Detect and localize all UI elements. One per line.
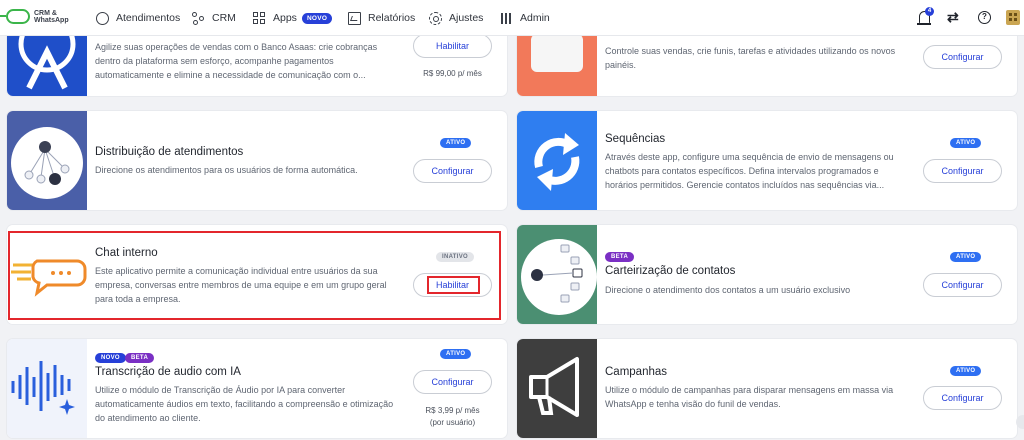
transcricao-title: Transcrição de audio com IA (95, 366, 241, 378)
asaas-logo-icon (18, 30, 76, 90)
logo-chat-icon (0, 9, 30, 24)
app-card-campanhas: Campanhas Utilize o módulo de campanhas … (517, 339, 1017, 438)
carteirizacao-description: Direcione o atendimento dos contatos a u… (605, 285, 851, 295)
campanhas-description: Utilize o módulo de campanhas para dispa… (605, 385, 894, 409)
sliders-icon (500, 12, 513, 25)
company-avatar[interactable] (1006, 10, 1020, 25)
grid-icon (253, 11, 266, 25)
app-card-carteirizacao: BETA Carteirização de contatos Direcione… (517, 225, 1017, 324)
asaas-enable-button[interactable]: Habilitar (413, 34, 492, 58)
nav-ajustes-label: Ajustes (449, 12, 484, 24)
sequencias-status-badge: ATIVO (950, 138, 982, 148)
contact-wallet-icon (521, 239, 597, 315)
transcricao-description: Utilize o módulo de Transcrição de Áudio… (95, 385, 394, 423)
app-card-asaas: Agilize suas operações de vendas com o B… (7, 30, 507, 96)
campanhas-configure-button[interactable]: Configurar (923, 386, 1002, 410)
transcricao-new-badge: NOVO (95, 353, 126, 363)
distribuicao-title: Distribuição de atendimentos (95, 146, 244, 158)
campanhas-title: Campanhas (605, 366, 668, 378)
nav-apps[interactable]: Apps NOVO (253, 0, 333, 36)
asaas-description: Agilize suas operações de vendas com o B… (95, 42, 378, 80)
carteirizacao-thumbnail (517, 225, 597, 324)
scroll-indicator[interactable] (1016, 415, 1024, 429)
transcricao-price-line2: (por usuário) (429, 418, 476, 427)
logo-text: CRM & WhatsApp (34, 9, 69, 24)
nav-relatorios-label: Relatórios (368, 12, 416, 24)
sequencias-description: Através deste app, configure uma sequênc… (605, 152, 894, 190)
carteirizacao-configure-button[interactable]: Configurar (923, 273, 1002, 297)
top-navbar: CRM & WhatsApp Atendimentos CRM Apps NOV… (0, 0, 1024, 36)
nav-apps-label: Apps (273, 12, 297, 24)
gear-icon (429, 11, 442, 25)
network-icon (192, 11, 205, 25)
sequencias-title: Sequências (605, 133, 666, 145)
chat-bubble-icon (96, 11, 109, 25)
campanhas-status-badge: ATIVO (950, 366, 982, 376)
sequencias-configure-button[interactable]: Configurar (923, 159, 1002, 183)
help-icon[interactable]: ? (978, 11, 991, 24)
apps-new-badge: NOVO (301, 12, 333, 24)
app-card-funil: Controle suas vendas, crie funis, tarefa… (517, 30, 1017, 96)
transcricao-status-badge: ATIVO (440, 349, 472, 359)
campanhas-thumbnail (517, 339, 597, 438)
nav-ajustes[interactable]: Ajustes (429, 0, 483, 36)
distribuicao-description: Direcione os atendimentos para os usuári… (95, 165, 358, 175)
transcricao-beta-badge: BETA (125, 353, 155, 363)
board-icon (531, 34, 583, 72)
app-card-transcricao: NOVO BETA Transcrição de audio com IA Ut… (7, 339, 507, 438)
transcricao-price: R$ 3,99 p/ mês (por usuário) (413, 405, 492, 429)
megaphone-icon (529, 357, 579, 417)
nav-admin-label: Admin (520, 12, 550, 24)
transcricao-configure-button[interactable]: Configurar (413, 370, 492, 394)
funil-description: Controle suas vendas, crie funis, tarefa… (605, 46, 896, 70)
funil-configure-button[interactable]: Configurar (923, 45, 1002, 69)
distribuicao-thumbnail (7, 111, 87, 210)
notification-count-badge: 4 (925, 7, 934, 16)
nav-relatorios[interactable]: Relatórios (348, 0, 415, 36)
nav-atendimentos[interactable]: Atendimentos (96, 0, 180, 36)
nav-admin[interactable]: Admin (500, 0, 550, 36)
sequencias-thumbnail (517, 111, 597, 210)
refresh-arrows-icon (534, 133, 580, 191)
transcricao-price-line1: R$ 3,99 p/ mês (425, 406, 480, 415)
carteirizacao-status-badge: ATIVO (950, 252, 982, 262)
swap-arrows-icon[interactable]: ⇄ (947, 9, 959, 26)
app-card-sequencias: Sequências Através deste app, configure … (517, 111, 1017, 210)
nav-crm[interactable]: CRM (192, 0, 236, 36)
nav-atendimentos-label: Atendimentos (116, 12, 181, 24)
distribuicao-configure-button[interactable]: Configurar (413, 159, 492, 183)
distribuicao-status-badge: ATIVO (440, 138, 472, 148)
app-card-distribuicao: Distribuição de atendimentos Direcione o… (7, 111, 507, 210)
carteirizacao-beta-badge: BETA (605, 252, 635, 262)
brand-logo[interactable]: CRM & WhatsApp (0, 9, 74, 24)
carteirizacao-title: Carteirização de contatos (605, 265, 736, 277)
transcricao-thumbnail (7, 339, 87, 438)
annotation-highlight-button (427, 276, 480, 294)
funil-thumbnail (517, 30, 597, 96)
distribution-network-icon (11, 127, 83, 199)
asaas-price: R$ 99,00 p/ mês (423, 69, 482, 78)
asaas-thumbnail (7, 30, 87, 96)
report-chart-icon (348, 11, 361, 25)
nav-crm-label: CRM (212, 12, 236, 24)
audio-wave-ai-icon (11, 361, 75, 415)
